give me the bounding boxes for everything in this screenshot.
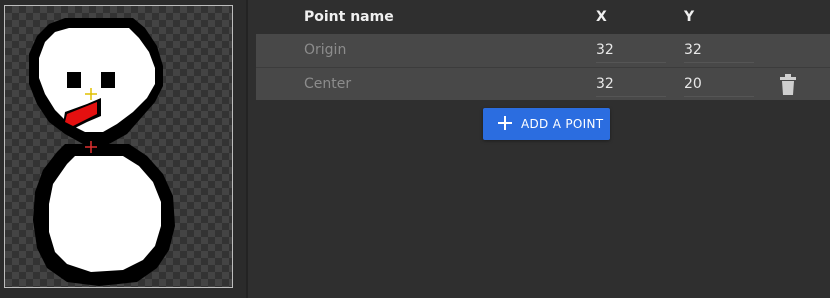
column-header-y: Y <box>684 9 695 25</box>
snowman-body <box>49 156 161 272</box>
x-field-underline <box>596 96 666 97</box>
point-name-field[interactable]: Center <box>304 76 351 92</box>
point-x-field[interactable]: 32 <box>596 76 614 92</box>
y-field-underline <box>684 62 754 63</box>
left-eye <box>67 72 81 88</box>
right-eye <box>101 72 115 88</box>
plus-icon <box>498 116 512 130</box>
table-row: Center 32 20 <box>256 67 830 100</box>
points-editor: Point name X Y Origin 32 32 Center 32 20 <box>0 0 830 298</box>
trash-icon[interactable] <box>779 74 797 96</box>
x-field-underline <box>596 62 666 63</box>
table-header: Point name X Y <box>256 0 830 33</box>
sprite-preview-pane <box>0 0 246 298</box>
point-y-field[interactable]: 20 <box>684 76 702 92</box>
points-panel: Point name X Y Origin 32 32 Center 32 20 <box>248 0 830 298</box>
table-row: Origin 32 32 <box>256 34 830 67</box>
y-field-underline <box>684 96 754 97</box>
add-point-button[interactable]: ADD A POINT <box>483 108 610 140</box>
point-x-field[interactable]: 32 <box>596 42 614 58</box>
point-y-field[interactable]: 32 <box>684 42 702 58</box>
column-header-point-name: Point name <box>304 9 394 25</box>
sprite-preview-frame[interactable] <box>4 5 233 288</box>
column-header-x: X <box>596 9 607 25</box>
add-point-label: ADD A POINT <box>521 117 604 131</box>
point-name-field[interactable]: Origin <box>304 42 346 58</box>
snowman-sprite <box>29 18 175 286</box>
